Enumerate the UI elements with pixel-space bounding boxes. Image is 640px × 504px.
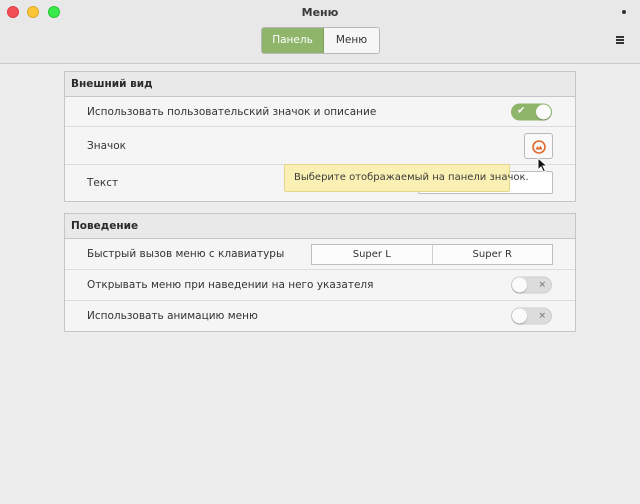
custom-icon-row: Использовать пользовательский значок и о… <box>65 97 575 127</box>
animation-toggle[interactable]: ✕ <box>511 307 552 325</box>
behavior-header: Поведение <box>65 214 575 239</box>
icon-row: Значок <box>65 127 575 165</box>
hover-open-row: Открывать меню при наведении на него ука… <box>65 270 575 301</box>
hotkey-row: Быстрый вызов меню с клавиатуры Super L … <box>65 239 575 270</box>
behavior-section: Поведение Быстрый вызов меню с клавиатур… <box>64 213 576 332</box>
text-label: Текст <box>87 176 119 189</box>
toggle-knob <box>536 104 551 119</box>
hover-open-label: Открывать меню при наведении на него ука… <box>87 279 374 291</box>
window-title: Меню <box>301 6 339 19</box>
icon-chooser-button[interactable] <box>524 133 553 159</box>
view-switcher: Панель Меню <box>261 27 380 54</box>
hotkey-buttons: Super L Super R <box>311 244 553 265</box>
tab-panel[interactable]: Панель <box>262 28 324 53</box>
custom-icon-label: Использовать пользовательский значок и о… <box>87 105 377 118</box>
appearance-header: Внешний вид <box>65 72 575 97</box>
mouse-cursor-icon <box>537 157 548 173</box>
hotkey-button-2[interactable]: Super R <box>431 245 553 264</box>
animation-label: Использовать анимацию меню <box>87 310 258 322</box>
hamburger-icon[interactable] <box>616 36 624 44</box>
icon-tooltip: Выберите отображаемый на панели значок. <box>284 164 529 192</box>
toggle-knob <box>512 308 527 324</box>
hotkey-label: Быстрый вызов меню с клавиатуры <box>87 248 285 260</box>
window-menu-dot-icon[interactable] <box>620 6 628 18</box>
icon-label: Значок <box>87 139 127 152</box>
x-icon: ✕ <box>538 280 546 291</box>
menu-logo-icon <box>532 140 546 154</box>
animation-row: Использовать анимацию меню ✕ <box>65 301 575 331</box>
check-icon: ✔ <box>517 105 526 116</box>
custom-icon-toggle[interactable]: ✔ <box>511 103 552 120</box>
x-icon: ✕ <box>538 311 546 322</box>
toggle-knob <box>512 277 527 293</box>
hotkey-button-1[interactable]: Super L <box>312 245 432 264</box>
tab-menu[interactable]: Меню <box>324 28 379 53</box>
hover-open-toggle[interactable]: ✕ <box>511 276 552 294</box>
title-bar: Меню Панель Меню <box>0 0 640 64</box>
